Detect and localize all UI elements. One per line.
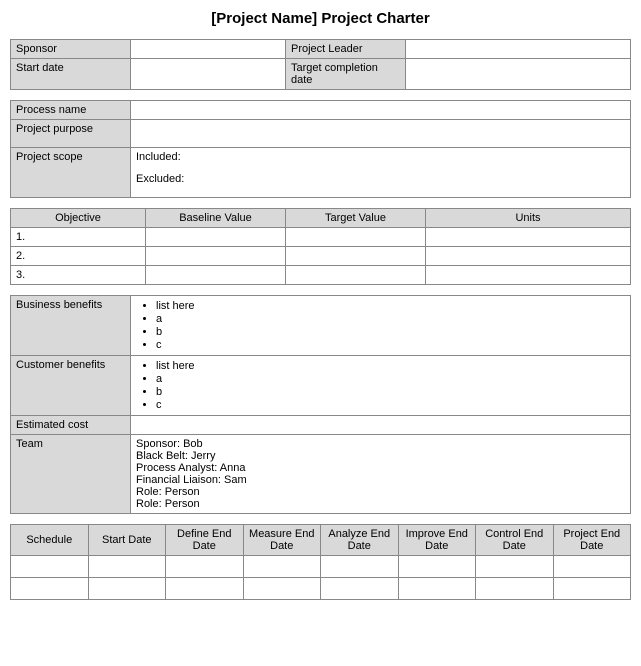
page-title: [Project Name] Project Charter [10, 10, 631, 27]
schedule-col-header: Define End Date [166, 525, 244, 556]
team-label: Team [11, 435, 131, 514]
project-scope-value: Included: Excluded: [131, 148, 631, 198]
team-value: Sponsor: BobBlack Belt: JerryProcess Ana… [131, 435, 631, 514]
table-row: 2. [11, 247, 146, 266]
table-row [11, 578, 89, 600]
table-row [88, 578, 166, 600]
table-row [286, 228, 426, 247]
schedule-col-header: Analyze End Date [321, 525, 399, 556]
schedule-col-header: Schedule [11, 525, 89, 556]
table-row [426, 247, 631, 266]
col-objective: Objective [11, 209, 146, 228]
objectives-section: Objective Baseline Value Target Value Un… [10, 208, 631, 285]
team-member: Process Analyst: Anna [136, 462, 625, 474]
list-item: a [156, 373, 625, 385]
table-row [476, 578, 554, 600]
table-row [88, 556, 166, 578]
table-row [146, 247, 286, 266]
team-member: Black Belt: Jerry [136, 450, 625, 462]
sponsor-label: Sponsor [11, 40, 131, 59]
project-leader-label: Project Leader [286, 40, 406, 59]
list-item: a [156, 313, 625, 325]
project-purpose-label: Project purpose [11, 120, 131, 148]
table-row [11, 556, 89, 578]
scope-included: Included: [136, 151, 625, 163]
table-row [553, 556, 631, 578]
scope-excluded: Excluded: [136, 173, 625, 185]
table-row: 3. [11, 266, 146, 285]
col-baseline: Baseline Value [146, 209, 286, 228]
customer-benefits-label: Customer benefits [11, 356, 131, 416]
schedule-col-header: Control End Date [476, 525, 554, 556]
table-row [243, 556, 321, 578]
business-benefits-label: Business benefits [11, 296, 131, 356]
col-units: Units [426, 209, 631, 228]
team-member: Role: Person [136, 498, 625, 510]
table-row [166, 556, 244, 578]
process-name-value [131, 101, 631, 120]
header-section: Sponsor Project Leader Start date Target… [10, 39, 631, 90]
schedule-col-header: Project End Date [553, 525, 631, 556]
schedule-col-header: Start Date [88, 525, 166, 556]
table-row [286, 266, 426, 285]
table-row [398, 556, 476, 578]
customer-benefits-value: list hereabc [131, 356, 631, 416]
table-row [146, 266, 286, 285]
project-leader-value [406, 40, 631, 59]
team-member: Role: Person [136, 486, 625, 498]
list-item: b [156, 326, 625, 338]
table-row [398, 578, 476, 600]
list-item: c [156, 339, 625, 351]
info-section: Process name Project purpose Project sco… [10, 100, 631, 198]
benefits-section: Business benefits list hereabc Customer … [10, 295, 631, 514]
start-date-value [131, 59, 286, 90]
table-row: 1. [11, 228, 146, 247]
sponsor-value [131, 40, 286, 59]
schedule-section: ScheduleStart DateDefine End DateMeasure… [10, 524, 631, 600]
project-purpose-value [131, 120, 631, 148]
schedule-col-header: Improve End Date [398, 525, 476, 556]
project-scope-label: Project scope [11, 148, 131, 198]
process-name-label: Process name [11, 101, 131, 120]
table-row [321, 556, 399, 578]
list-item: b [156, 386, 625, 398]
estimated-cost-label: Estimated cost [11, 416, 131, 435]
team-member: Financial Liaison: Sam [136, 474, 625, 486]
table-row [146, 228, 286, 247]
target-completion-label: Target completion date [286, 59, 406, 90]
col-target: Target Value [286, 209, 426, 228]
list-item: c [156, 399, 625, 411]
table-row [321, 578, 399, 600]
list-item: list here [156, 360, 625, 372]
business-benefits-value: list hereabc [131, 296, 631, 356]
table-row [426, 228, 631, 247]
team-member: Sponsor: Bob [136, 438, 625, 450]
table-row [553, 578, 631, 600]
table-row [286, 247, 426, 266]
table-row [476, 556, 554, 578]
table-row [426, 266, 631, 285]
table-row [166, 578, 244, 600]
start-date-label: Start date [11, 59, 131, 90]
estimated-cost-value [131, 416, 631, 435]
target-completion-value [406, 59, 631, 90]
list-item: list here [156, 300, 625, 312]
schedule-col-header: Measure End Date [243, 525, 321, 556]
table-row [243, 578, 321, 600]
